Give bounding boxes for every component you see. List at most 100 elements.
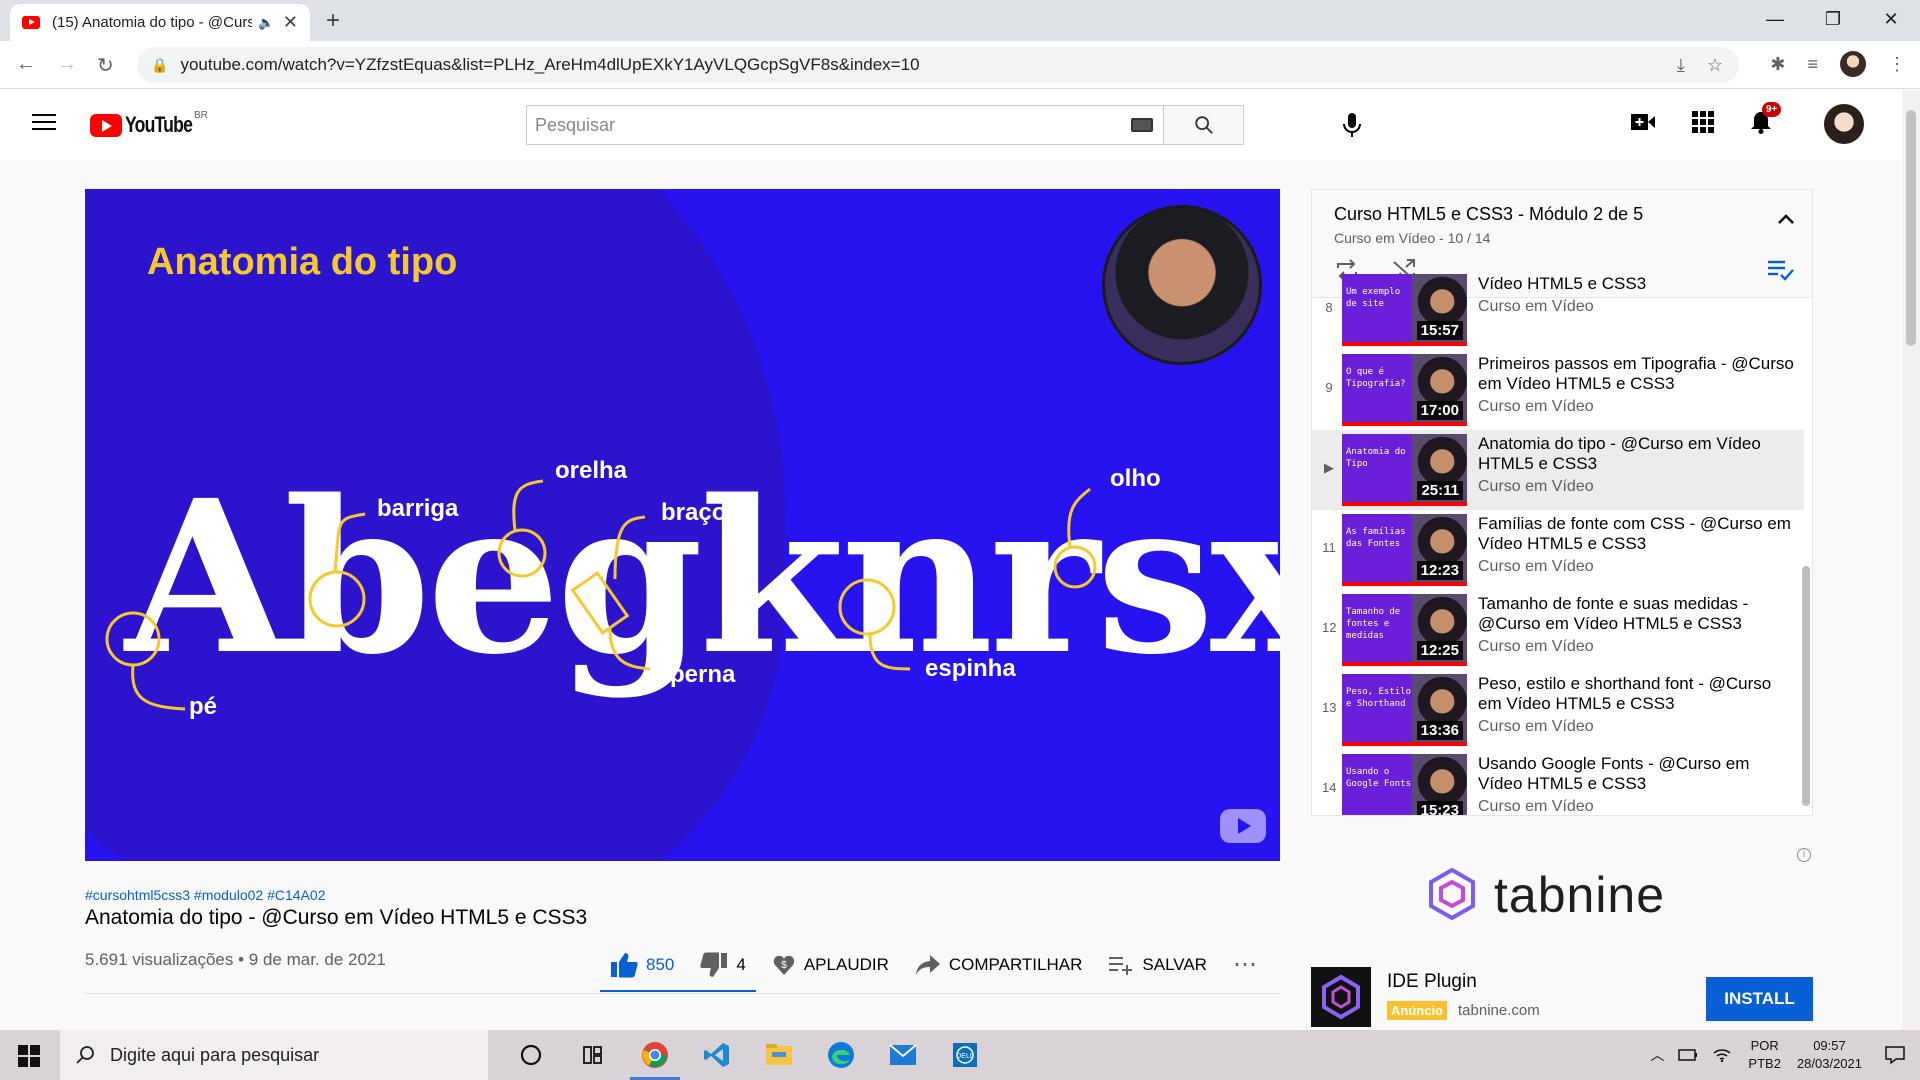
input-language-indicator[interactable]: POR PTB2 [1748,1037,1781,1073]
playlist-item[interactable]: 12 Tamanho de fontes e medidas 12:25 Tamanh… [1312,590,1804,670]
windows-start-icon[interactable] [18,1045,40,1067]
speaker-icon[interactable]: 🔈 [258,15,274,31]
edge-taskbar-icon[interactable] [810,1030,872,1080]
search-input[interactable]: Pesquisar [527,106,1121,144]
ad-card[interactable]: IDE Plugin Anúncio tabnine.com INSTALL [1311,967,1813,1027]
olho-arrow [1067,487,1091,548]
playlist-item-thumbnail[interactable]: Usando o Google Fonts 15:23 [1342,754,1467,815]
playlist-item-thumbnail[interactable]: O que é Tipografia? 17:00 [1342,354,1467,426]
more-actions-button[interactable]: ⋯ [1233,950,1257,979]
orelha-circle [497,528,547,578]
forward-arrow-icon[interactable]: → [57,53,77,76]
page-scrollbar[interactable] [1902,90,1920,1030]
tray-overflow-icon[interactable]: ︿ [1650,1045,1664,1065]
playlist-item-thumbnail[interactable]: Tamanho de fontes e medidas 12:25 [1342,594,1467,666]
taskbar-search-box[interactable]: Digite aqui para pesquisar [60,1030,488,1080]
chrome-menu-icon[interactable]: ⋮ [1888,54,1906,75]
address-bar[interactable]: 🔒 youtube.com/watch?v=YZfzstEquas&list=P… [137,47,1739,83]
chevron-up-icon[interactable] [1778,214,1794,224]
playlist-item-title[interactable]: Vídeo HTML5 e CSS3 [1478,274,1798,294]
lock-icon[interactable]: 🔒 [151,57,168,74]
media-queue-icon[interactable]: ≡ [1807,54,1818,75]
youtube-favicon-icon [22,16,40,29]
notifications-button[interactable]: 9+ [1750,102,1782,134]
battery-icon[interactable] [1678,1047,1698,1063]
maximize-button[interactable]: ❐ [1804,0,1862,38]
playlist-item-channel[interactable]: Curso em Vídeo [1478,478,1798,496]
playlist-item[interactable]: 11 As famílias das Fontes 12:23 Famílias de… [1312,510,1804,590]
close-window-button[interactable]: ✕ [1862,0,1920,38]
video-duration: 12:25 [1416,641,1463,660]
mail-taskbar-icon[interactable] [872,1030,934,1080]
playlist-item-channel[interactable]: Curso em Vídeo [1478,718,1798,736]
playlist-item[interactable]: 9 O que é Tipografia? 17:00 Primeiros passo… [1312,350,1804,430]
playlist-item-channel[interactable]: Curso em Vídeo [1478,798,1798,815]
video-duration: 15:57 [1416,321,1463,340]
playlist-item[interactable]: 14 Usando o Google Fonts 15:23 Usando Googl… [1312,750,1804,815]
profile-avatar[interactable] [1840,51,1866,77]
playlist-scrollbar[interactable] [1802,566,1810,806]
back-arrow-icon[interactable]: ← [16,53,36,76]
file-explorer-taskbar-icon[interactable] [748,1030,810,1080]
wifi-icon[interactable] [1712,1047,1732,1063]
channel-watermark-icon[interactable] [1220,809,1266,843]
vscode-taskbar-icon[interactable] [686,1030,748,1080]
create-video-icon[interactable] [1630,111,1656,133]
applaud-button[interactable]: $ APLAUDIR [772,953,889,977]
bookmark-star-icon[interactable]: ☆ [1707,55,1723,76]
taskbar-clock[interactable]: 09:57 28/03/2021 [1797,1037,1862,1073]
task-view-icon[interactable] [562,1030,624,1080]
share-button[interactable]: COMPARTILHAR [915,954,1082,976]
playlist-item-thumbnail[interactable]: Um exemplo de site 15:57 [1342,274,1467,346]
virtual-keyboard-icon[interactable] [1121,106,1163,144]
search-button[interactable] [1163,106,1243,144]
playlist-item-channel[interactable]: Curso em Vídeo [1478,638,1798,656]
new-tab-button[interactable]: + [326,7,340,35]
ad-info-icon[interactable]: i [1797,848,1811,862]
braco-highlight [570,571,630,635]
playlist-item-title[interactable]: Peso, estilo e shorthand font - @Curso e… [1478,674,1798,714]
playlist-item-thumbnail[interactable]: Peso, Estilo e Shorthand 13:36 [1342,674,1467,746]
playlist-item-channel[interactable]: Curso em Vídeo [1478,298,1798,316]
chrome-taskbar-icon[interactable] [624,1030,686,1080]
notification-badge: 9+ [1762,102,1782,117]
ad-app-icon[interactable] [1311,967,1371,1027]
pe-circle [105,611,161,667]
voice-search-button[interactable] [1342,112,1362,138]
youtube-logo[interactable]: YouTube BR [90,110,209,138]
playlist-item-title[interactable]: Famílias de fonte com CSS - @Curso em Ví… [1478,514,1798,554]
video-player[interactable]: Anatomia do tipo AbegknrsxQ pé barriga o… [85,189,1280,861]
like-button[interactable]: 850 [610,952,674,978]
playlist-item[interactable]: ▶ Anatomia do Tipo 25:11 Anatomia do tipo -… [1312,430,1804,510]
install-app-icon[interactable]: ⤓ [1677,55,1685,76]
playlist-item-title[interactable]: Usando Google Fonts - @Curso em Vídeo HT… [1478,754,1798,794]
notification-center-icon[interactable] [1884,1045,1906,1065]
playlist-item-channel[interactable]: Curso em Vídeo [1478,398,1798,416]
dell-taskbar-icon[interactable]: DELL [934,1030,996,1080]
playlist-item-title[interactable]: Anatomia do tipo - @Curso em Vídeo HTML5… [1478,434,1798,474]
playlist-item-thumbnail[interactable]: As famílias das Fontes 12:23 [1342,514,1467,586]
playlist-item-thumbnail[interactable]: Anatomia do Tipo 25:11 [1342,434,1467,506]
reload-icon[interactable]: ↻ [97,53,114,78]
ad-brand-wordmark[interactable]: tabnine [1494,866,1665,924]
dislike-button[interactable]: 4 [700,952,746,978]
browser-tab-active[interactable]: (15) Anatomia do tipo - @Curso em Vídeo … [10,4,310,41]
playlist-item[interactable]: 8 Um exemplo de site 15:57 Vídeo HTML5 e CS… [1312,270,1804,350]
apps-grid-icon[interactable] [1692,111,1714,133]
close-tab-icon[interactable]: ✕ [283,12,298,33]
video-hashtags[interactable]: #cursohtml5css3 #modulo02 #C14A02 [85,887,325,903]
ad-title[interactable]: IDE Plugin [1387,971,1477,993]
extensions-puzzle-icon[interactable]: ✱ [1770,54,1785,75]
playlist-item-title[interactable]: Primeiros passos em Tipografia - @Curso … [1478,354,1798,394]
ad-install-button[interactable]: INSTALL [1706,977,1813,1021]
save-button[interactable]: SALVAR [1108,955,1207,975]
playlist-item[interactable]: 13 Peso, Estilo e Shorthand 13:36 Peso, est… [1312,670,1804,750]
playlist-title[interactable]: Curso HTML5 e CSS3 - Módulo 2 de 5 [1334,204,1643,225]
hamburger-menu-icon[interactable] [32,114,56,135]
cortana-icon[interactable] [500,1030,562,1080]
playlist-item-title[interactable]: Tamanho de fonte e suas medidas - @Curso… [1478,594,1798,634]
page-scrollbar-thumb[interactable] [1906,110,1916,346]
account-avatar[interactable] [1824,104,1864,144]
minimize-button[interactable]: — [1746,0,1804,38]
playlist-item-channel[interactable]: Curso em Vídeo [1478,558,1798,576]
